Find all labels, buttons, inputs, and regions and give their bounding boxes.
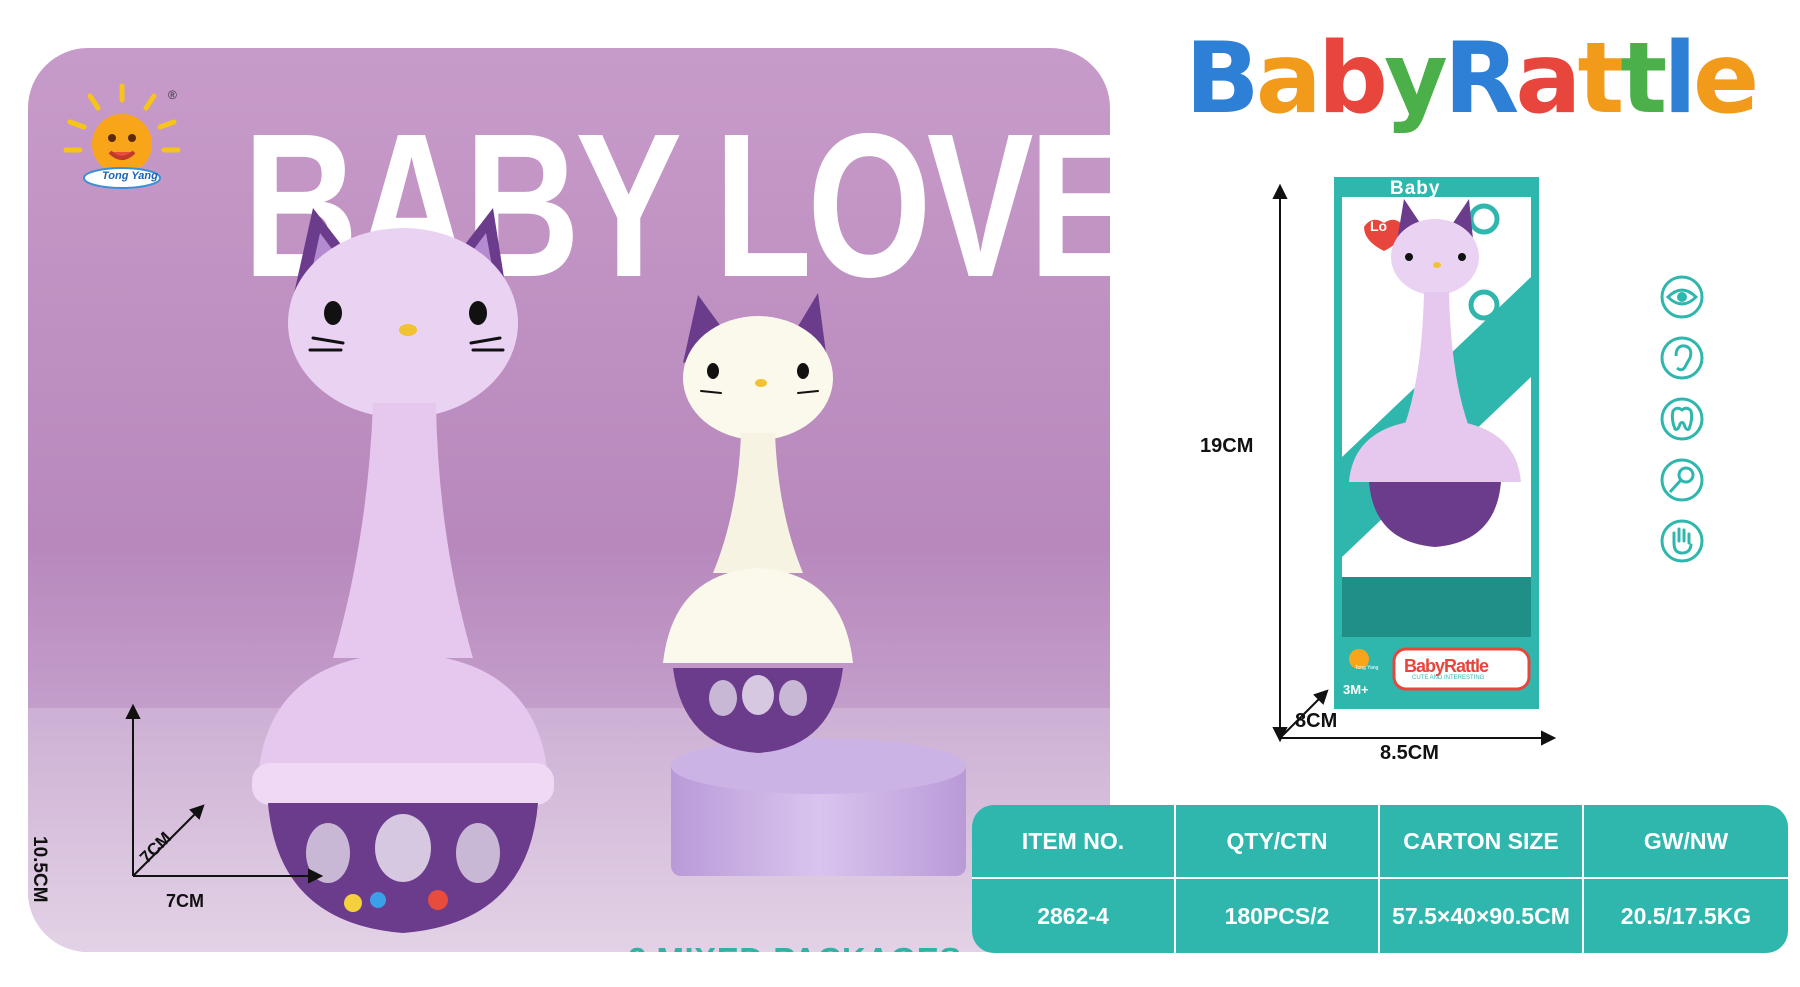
brand-title-letter: y: [1384, 22, 1448, 136]
feature-icon-list: [1660, 275, 1704, 563]
brand-title-letter: t: [1620, 22, 1667, 136]
eye-icon: [1660, 275, 1704, 319]
brand-title-letter: e: [1692, 22, 1759, 136]
product-photo-panel: BABY LOVE 10.5CM 7CM 7CM: [28, 48, 1110, 952]
spec-header-carton-size: CARTON SIZE: [1380, 805, 1584, 879]
registered-mark: ®: [168, 88, 177, 102]
hand-icon: [1660, 519, 1704, 563]
brand-title-letter: l: [1663, 22, 1697, 136]
box-depth-label: 8CM: [1295, 710, 1338, 732]
box-height-label: 19CM: [1200, 435, 1254, 457]
spec-table: ITEM NO. QTY/CTN CARTON SIZE GW/NW 2862-…: [972, 805, 1788, 953]
rattle-hand-icon: [1660, 458, 1704, 502]
brand-title-letter: a: [1515, 22, 1581, 136]
brand-title-letter: a: [1255, 22, 1322, 136]
spec-value-weight: 20.5/17.5KG: [1620, 902, 1752, 929]
brand-title: BabyRattle: [1185, 22, 1759, 136]
box-width-label: 8.5CM: [1380, 742, 1439, 764]
ear-icon: [1660, 336, 1704, 380]
spec-header-qty: QTY/CTN: [1176, 805, 1380, 879]
brand-title-letter: b: [1317, 22, 1388, 136]
brand-title-letter: t: [1577, 22, 1625, 136]
spec-value-item-no: 2862-4: [972, 879, 1176, 953]
logo-sub-label: Tong Yang: [102, 170, 158, 182]
product-height-label: 10.5CM: [29, 836, 50, 903]
spec-header-weight: GW/NW: [1584, 805, 1788, 879]
cream-cat-rattle: [663, 293, 853, 753]
spec-header-item-no: ITEM NO.: [972, 805, 1176, 879]
spec-value-qty: 180PCS/2: [1176, 879, 1380, 953]
spec-value-carton-size: 57.5×40×90.5CM: [1380, 879, 1584, 953]
brand-title-letter: R: [1443, 22, 1519, 136]
product-width-label: 7CM: [166, 891, 205, 911]
tooth-icon: [1660, 397, 1704, 441]
mixed-packages-caption: 2 MIXED PACKAGES: [628, 941, 962, 952]
brand-title-letter: B: [1185, 22, 1260, 136]
box-dimension-arrows: [1272, 183, 1557, 746]
